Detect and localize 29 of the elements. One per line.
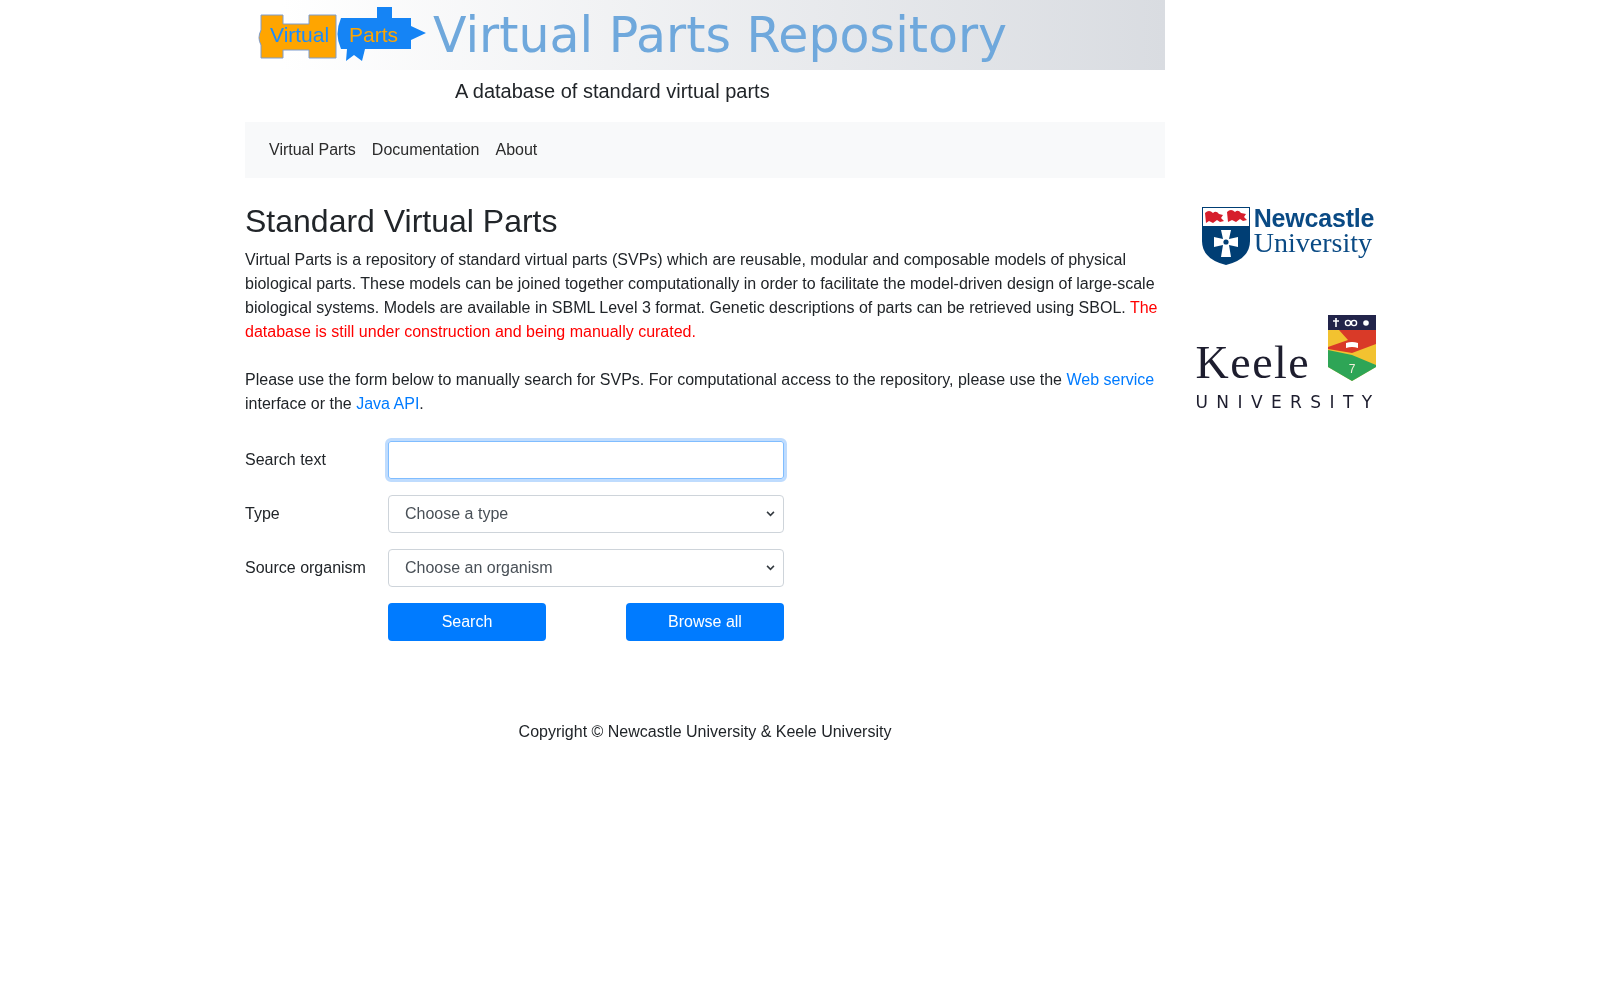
intro-paragraph: Virtual Parts is a repository of standard virtual parts (SVPs) which are reusable, modular and composable models of physical biological parts. These models can be joined together computationally in order to facilitate the model-driven design of large-scale biological systems. Models are available in SBML Level 3 format. Genetic descriptions of parts can be retrieved using SBOL. The database is still under construction and being manually curated. <box>245 250 1159 342</box>
logo-wordmark: Keele <box>1195 345 1311 381</box>
search-button[interactable]: Search <box>388 603 546 641</box>
field-label: Type <box>245 504 281 524</box>
search-input[interactable] <box>385 438 787 482</box>
logo-word: Virtual <box>270 23 330 46</box>
nav-link[interactable]: Virtual Parts <box>261 138 364 162</box>
site-subtitle: A database of standard virtual parts <box>454 79 770 103</box>
field-label: Search text <box>245 450 327 470</box>
intro-paragraph: Please use the form below to manually search for SVPs. For computational access to the repository, please use the Web service interface or the Java API. <box>245 370 1156 414</box>
logo-wordmark: UNIVERSITY <box>1195 393 1381 411</box>
crest-numeral: 7 <box>1348 362 1356 376</box>
chevron-down-icon <box>766 511 775 517</box>
logo-wordmark: University <box>1253 229 1373 256</box>
shield-icon <box>1201 207 1250 265</box>
chevron-down-icon <box>766 565 775 571</box>
select-field[interactable]: Choose an organism <box>388 549 784 587</box>
nav-link[interactable]: Documentation <box>363 138 488 162</box>
select-field[interactable]: Choose a type <box>388 495 784 533</box>
text-link[interactable]: Java API <box>356 395 420 412</box>
browse-button[interactable]: Browse all <box>626 603 784 641</box>
nav-link[interactable]: About <box>487 138 546 162</box>
text-link[interactable]: Web service <box>1066 371 1155 388</box>
site-title: Virtual Parts Repository <box>433 10 1008 60</box>
page-heading: Standard Virtual Parts <box>245 202 559 240</box>
logo-wordmark: Newcastle <box>1253 208 1375 229</box>
logo-word: Parts <box>349 23 398 46</box>
copyright-text: Copyright © Newcastle University & Keele University <box>517 722 893 742</box>
field-label: Source organism <box>245 558 367 578</box>
